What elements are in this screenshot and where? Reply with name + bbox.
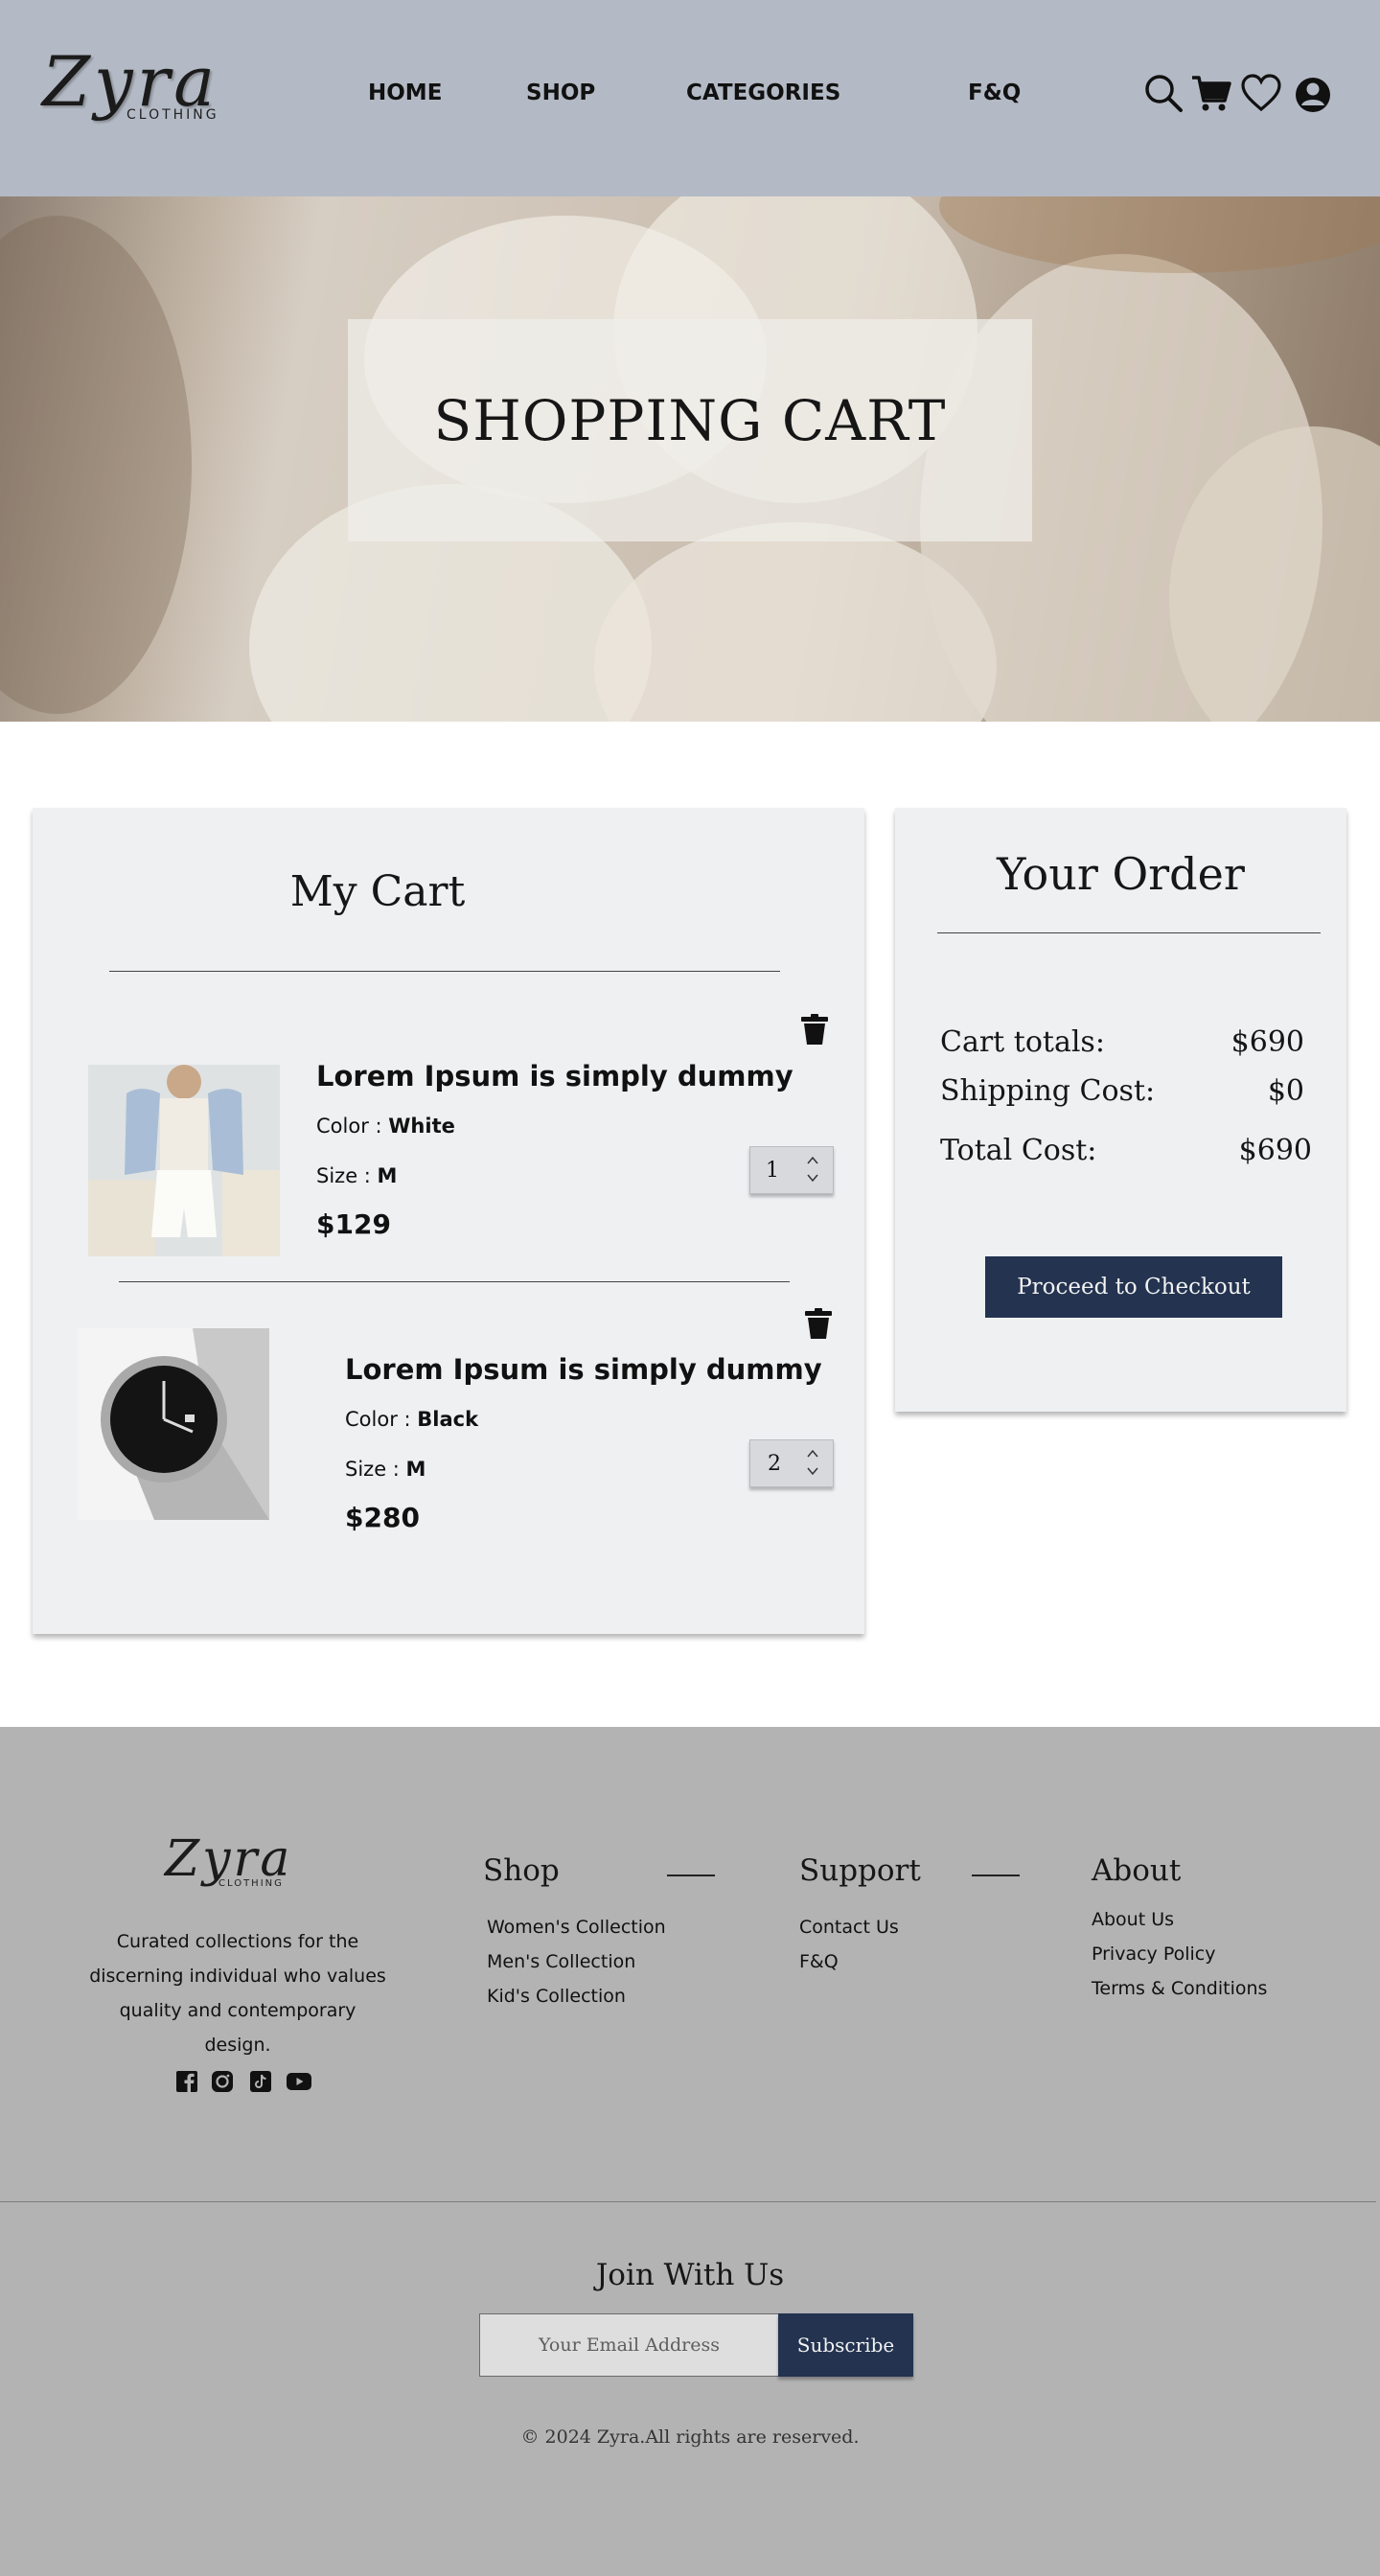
footer-link-mens[interactable]: Men's Collection bbox=[487, 1951, 635, 1972]
email-input[interactable] bbox=[479, 2313, 778, 2377]
footer-about-heading: About bbox=[1092, 1853, 1182, 1888]
footer-link-contact[interactable]: Contact Us bbox=[799, 1917, 899, 1938]
nav-fq[interactable]: F&Q bbox=[968, 80, 1021, 105]
order-divider bbox=[937, 932, 1321, 933]
proceed-to-checkout-button[interactable]: Proceed to Checkout bbox=[985, 1256, 1282, 1318]
chevron-down-icon[interactable] bbox=[806, 1172, 819, 1184]
hero-decor-plant bbox=[0, 216, 192, 714]
chevron-up-icon[interactable] bbox=[806, 1448, 819, 1460]
footer-shop-dash bbox=[667, 1874, 715, 1876]
site-footer: Zyra CLOTHING Curated collections for th… bbox=[0, 1727, 1380, 2576]
order-title: Your Order bbox=[997, 848, 1245, 900]
heart-icon[interactable] bbox=[1240, 72, 1282, 114]
shipping-cost-label: Shipping Cost: bbox=[940, 1074, 1156, 1108]
footer-shop-heading: Shop bbox=[483, 1853, 560, 1888]
footer-divider bbox=[0, 2201, 1376, 2202]
hero-title: SHOPPING CART bbox=[433, 388, 947, 453]
quantity-value: 1 bbox=[766, 1159, 779, 1183]
size-value: M bbox=[405, 1458, 426, 1481]
site-header: Zyra CLOTHING HOME SHOP CATEGORIES F&Q bbox=[0, 0, 1380, 196]
total-cost-label: Total Cost: bbox=[940, 1134, 1097, 1167]
cart-item-name[interactable]: Lorem Ipsum is simply dummy bbox=[345, 1353, 822, 1386]
quantity-value: 2 bbox=[768, 1452, 781, 1476]
trash-icon[interactable] bbox=[801, 1014, 828, 1045]
cart-totals-value: $690 bbox=[1230, 1025, 1304, 1059]
color-label: Color : bbox=[345, 1408, 418, 1431]
shipping-cost-value: $0 bbox=[1267, 1074, 1304, 1108]
quantity-stepper[interactable]: 2 bbox=[749, 1439, 834, 1487]
cart-item-color: Color : Black bbox=[345, 1408, 478, 1431]
nav-shop[interactable]: SHOP bbox=[526, 80, 595, 105]
footer-tagline: Curated collections for the discerning i… bbox=[89, 1931, 386, 2056]
cart-divider bbox=[109, 971, 780, 972]
cart-item-size: Size : M bbox=[316, 1164, 397, 1187]
size-label: Size : bbox=[316, 1164, 378, 1187]
chevron-up-icon[interactable] bbox=[806, 1155, 819, 1166]
hero-title-box: SHOPPING CART bbox=[348, 319, 1032, 541]
footer-logo-subtitle: CLOTHING bbox=[218, 1878, 284, 1889]
item-divider bbox=[119, 1281, 790, 1282]
size-value: M bbox=[377, 1164, 398, 1187]
product-image-outfit[interactable] bbox=[88, 1065, 280, 1256]
trash-icon[interactable] bbox=[805, 1308, 832, 1339]
footer-link-about-us[interactable]: About Us bbox=[1092, 1909, 1174, 1930]
footer-link-fq[interactable]: F&Q bbox=[799, 1951, 839, 1972]
hero-banner: SHOPPING CART bbox=[0, 196, 1380, 722]
color-value: White bbox=[388, 1115, 455, 1138]
cart-icon[interactable] bbox=[1190, 72, 1232, 114]
nav-home[interactable]: HOME bbox=[368, 80, 442, 105]
hero-decor-hangers bbox=[939, 196, 1380, 273]
cart-item-price: $129 bbox=[316, 1208, 391, 1240]
color-label: Color : bbox=[316, 1115, 389, 1138]
join-title: Join With Us bbox=[595, 2258, 785, 2292]
subscribe-button[interactable]: Subscribe bbox=[778, 2313, 913, 2377]
cart-item-name[interactable]: Lorem Ipsum is simply dummy bbox=[316, 1060, 794, 1092]
instagram-icon[interactable] bbox=[211, 2070, 234, 2093]
brand-logo[interactable]: Zyra CLOTHING bbox=[42, 38, 243, 134]
nav-categories[interactable]: CATEGORIES bbox=[686, 80, 840, 105]
search-icon[interactable] bbox=[1142, 72, 1184, 114]
chevron-down-icon[interactable] bbox=[806, 1465, 819, 1477]
youtube-icon[interactable] bbox=[286, 2070, 312, 2093]
cart-item-price: $280 bbox=[345, 1502, 420, 1533]
order-summary-panel: Your Order Cart totals: $690 Shipping Co… bbox=[895, 808, 1346, 1412]
cart-totals-label: Cart totals: bbox=[940, 1025, 1105, 1059]
footer-logo[interactable]: Zyra CLOTHING bbox=[165, 1830, 309, 1898]
footer-link-womens[interactable]: Women's Collection bbox=[487, 1917, 666, 1938]
footer-link-kids[interactable]: Kid's Collection bbox=[487, 1986, 626, 2007]
total-cost-value: $690 bbox=[1238, 1134, 1312, 1167]
product-image-watch[interactable] bbox=[78, 1328, 269, 1520]
quantity-stepper[interactable]: 1 bbox=[749, 1146, 834, 1194]
footer-support-dash bbox=[972, 1874, 1020, 1876]
tiktok-icon[interactable] bbox=[249, 2070, 272, 2093]
cart-item-color: Color : White bbox=[316, 1115, 455, 1138]
facebook-icon[interactable] bbox=[175, 2070, 198, 2093]
logo-subtitle: CLOTHING bbox=[126, 107, 219, 123]
footer-link-privacy[interactable]: Privacy Policy bbox=[1092, 1944, 1215, 1965]
cart-item-size: Size : M bbox=[345, 1458, 426, 1481]
color-value: Black bbox=[417, 1408, 479, 1431]
user-icon[interactable] bbox=[1292, 72, 1334, 114]
footer-link-terms[interactable]: Terms & Conditions bbox=[1092, 1978, 1267, 1999]
copyright-text: © 2024 Zyra.All rights are reserved. bbox=[520, 2426, 860, 2448]
footer-support-heading: Support bbox=[799, 1853, 921, 1888]
size-label: Size : bbox=[345, 1458, 406, 1481]
cart-title: My Cart bbox=[289, 867, 466, 916]
my-cart-panel: My Cart Lorem Ipsum is simply dummy Colo… bbox=[33, 808, 864, 1634]
